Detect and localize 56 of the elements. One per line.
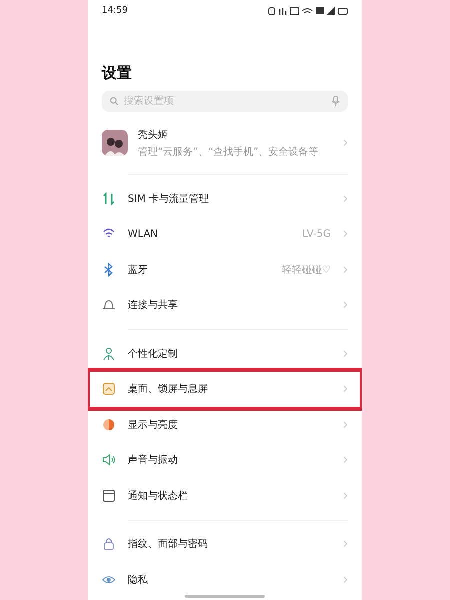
chevron-icon xyxy=(343,456,348,464)
account-subtitle: 管理“云服务”、“查找手机”、安全设备等 xyxy=(138,146,320,158)
settings-item[interactable]: 个性化定制 xyxy=(102,336,348,372)
picture-frame-icon xyxy=(102,382,116,396)
search-field[interactable]: 搜索设置项 xyxy=(102,91,348,112)
settings-item[interactable]: 桌面、锁屏与息屏 xyxy=(90,372,360,407)
signal-icon xyxy=(327,7,335,15)
chevron-icon xyxy=(343,540,348,548)
settings-item[interactable]: 显示与亮度 xyxy=(102,407,348,442)
item-label: 连接与共享 xyxy=(128,298,179,312)
wifi-icon xyxy=(302,8,313,14)
page-title: 设置 xyxy=(102,64,133,83)
search-icon xyxy=(110,97,119,106)
settings-item[interactable]: 指纹、面部与密码 xyxy=(102,526,348,562)
item-label: 桌面、锁屏与息屏 xyxy=(128,382,209,396)
chevron-icon xyxy=(343,385,348,394)
speaker-icon xyxy=(102,453,116,468)
avatar-icon xyxy=(102,130,128,156)
lock-icon xyxy=(102,537,116,552)
chevron-icon xyxy=(343,576,348,584)
status-time: 14:59 xyxy=(102,6,128,16)
chevron-icon xyxy=(343,139,348,147)
chevron-icon xyxy=(343,194,348,203)
arrows-icon xyxy=(102,192,116,206)
settings-item[interactable]: 蓝牙 轻轻碰碰♡ xyxy=(102,252,348,288)
battery-icon xyxy=(338,8,348,14)
chevron-icon xyxy=(343,301,348,310)
account-name: 秃头姬 xyxy=(138,128,169,142)
item-value: 轻轻碰碰♡ xyxy=(282,264,331,277)
window-icon xyxy=(102,488,116,503)
chevron-icon xyxy=(343,266,348,274)
chevron-icon xyxy=(343,350,348,358)
settings-item[interactable]: 连接与共享 xyxy=(102,288,348,323)
item-label: SIM 卡与流量管理 xyxy=(128,192,210,206)
item-label: 通知与状态栏 xyxy=(128,490,189,503)
settings-item[interactable]: 隐私 xyxy=(102,562,348,598)
chevron-icon xyxy=(343,492,348,500)
settings-item[interactable]: 通知与状态栏 xyxy=(102,478,348,514)
half-circle-icon xyxy=(102,418,116,432)
item-label: WLAN xyxy=(128,228,160,240)
item-label: 声音与振动 xyxy=(128,454,179,468)
bell-icon xyxy=(102,298,116,312)
chevron-icon xyxy=(343,230,348,238)
settings-item[interactable]: WLAN LV-5G xyxy=(102,216,348,252)
settings-item[interactable]: SIM 卡与流量管理 xyxy=(102,181,348,216)
item-label: 隐私 xyxy=(128,574,149,587)
chevron-icon xyxy=(343,420,348,429)
item-label: 显示与亮度 xyxy=(128,418,179,432)
settings-item[interactable]: 声音与振动 xyxy=(102,442,348,478)
item-label: 指纹、面部与密码 xyxy=(128,538,209,552)
item-label: 蓝牙 xyxy=(128,264,149,277)
person-icon xyxy=(102,346,116,361)
item-value: LV-5G xyxy=(302,228,331,240)
item-label: 个性化定制 xyxy=(128,348,179,361)
microphone-icon[interactable] xyxy=(332,96,340,107)
account-row[interactable]: 秃头姬 管理“云服务”、“查找手机”、安全设备等 xyxy=(102,118,348,168)
